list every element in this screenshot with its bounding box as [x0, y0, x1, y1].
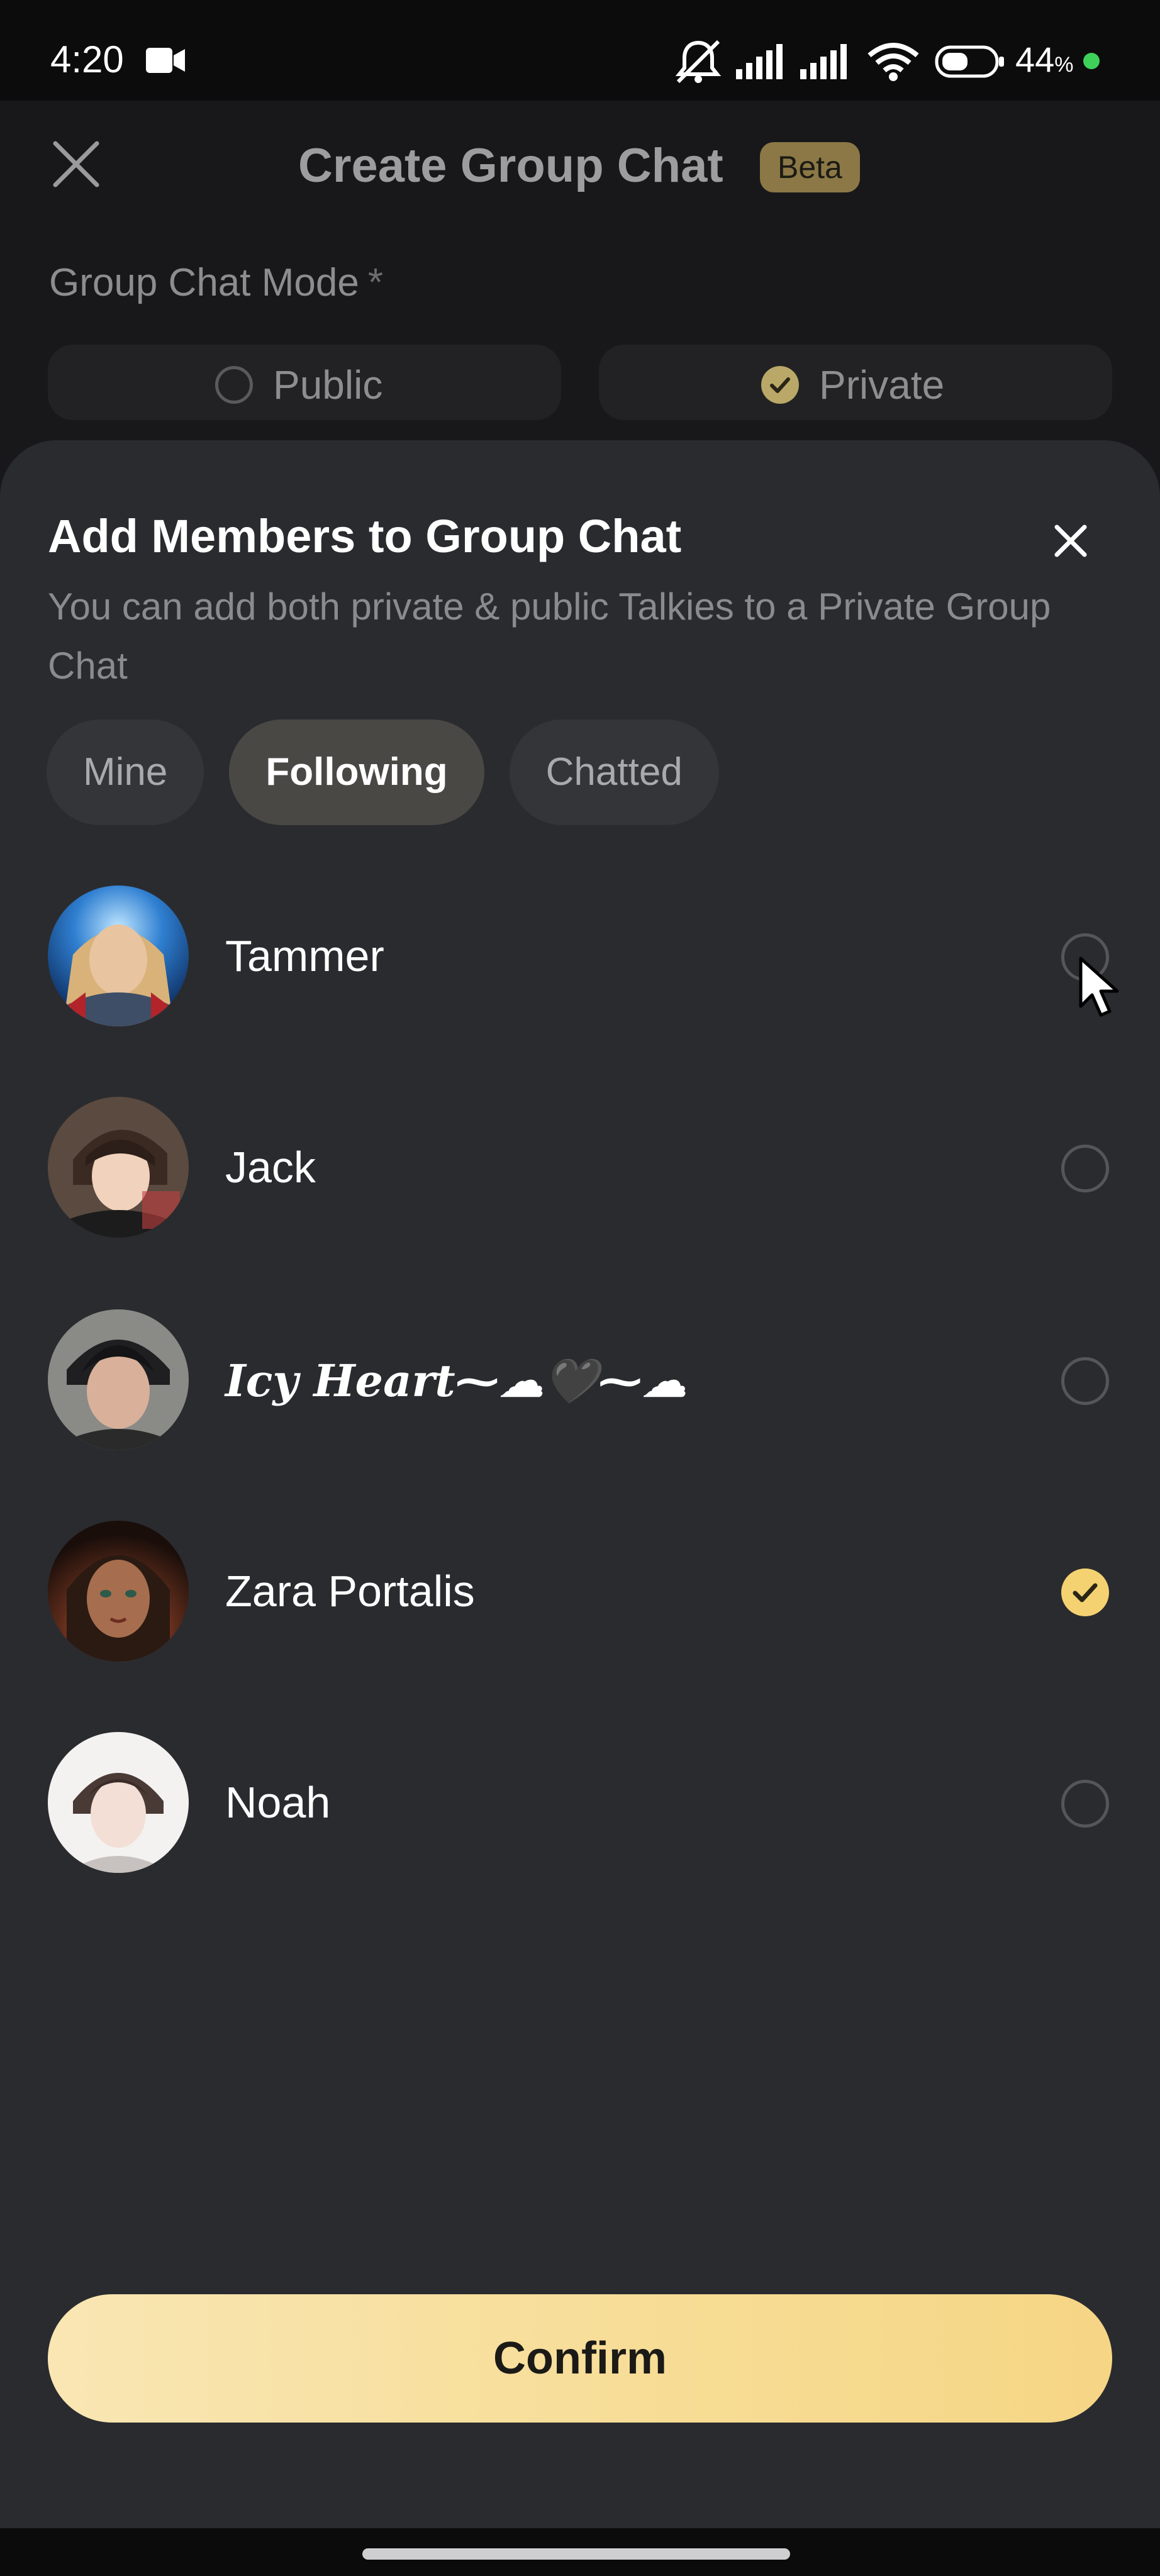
- avatar: [48, 886, 189, 1026]
- video-camera-icon: [146, 48, 185, 73]
- sheet-subtitle: You can add both private & public Talkie…: [48, 586, 1051, 687]
- avatar: [48, 1309, 189, 1450]
- muted-bell-icon: [675, 40, 722, 84]
- avatar: [48, 1732, 189, 1873]
- mouse-cursor-icon: [1079, 957, 1119, 1017]
- home-indicator[interactable]: [362, 2548, 790, 2560]
- close-sheet-icon[interactable]: [1052, 522, 1090, 560]
- group-chat-mode-label: Group Chat Mode *: [49, 261, 383, 304]
- member-row-icy-heart[interactable]: Icy Heart⁓☁🖤⁓☁: [0, 1304, 1160, 1455]
- required-marker: *: [367, 261, 383, 304]
- member-name: Icy Heart⁓☁🖤⁓☁: [225, 1355, 686, 1407]
- checkmark-icon[interactable]: [1061, 1568, 1109, 1616]
- add-members-sheet: Add Members to Group Chat You can add bo…: [0, 440, 1160, 2528]
- tab-chatted[interactable]: Chatted: [509, 719, 719, 825]
- member-row-tammer[interactable]: Tammer: [0, 880, 1160, 1031]
- member-filter-tabs: Mine Following Chatted: [47, 719, 744, 825]
- beta-badge: Beta: [760, 142, 860, 192]
- navigation-bar: [0, 2528, 1160, 2576]
- member-checkbox[interactable]: [1061, 1780, 1109, 1828]
- member-checkbox[interactable]: [1061, 1145, 1109, 1192]
- sheet-title: Add Members to Group Chat: [48, 510, 682, 562]
- member-row-noah[interactable]: Noah: [0, 1727, 1160, 1878]
- signal-2-icon: [800, 44, 847, 79]
- member-checkbox[interactable]: [1061, 1357, 1109, 1405]
- mode-option-label: Public: [273, 362, 383, 408]
- mode-option-label: Private: [819, 362, 945, 408]
- mode-option-private[interactable]: Private: [599, 345, 1112, 420]
- avatar: [48, 1097, 189, 1238]
- wifi-icon: [867, 43, 919, 81]
- radio-unchecked-icon: [215, 366, 253, 404]
- confirm-button[interactable]: Confirm: [48, 2294, 1112, 2423]
- tab-mine[interactable]: Mine: [47, 719, 204, 825]
- member-name: Noah: [225, 1778, 331, 1827]
- member-name: Tammer: [225, 931, 384, 980]
- close-icon[interactable]: [52, 140, 101, 189]
- battery-level: 44%: [1015, 40, 1074, 79]
- avatar: [48, 1521, 189, 1662]
- charging-dot: [1083, 53, 1100, 69]
- status-bar: 4:20 44%: [0, 0, 1160, 101]
- radio-checked-icon: [761, 366, 799, 404]
- page-title: Create Group Chat: [298, 139, 723, 192]
- screen: 4:20 44% Create Group Chat Beta Group Ch…: [0, 0, 1160, 2576]
- signal-1-icon: [736, 44, 783, 79]
- mode-option-public[interactable]: Public: [48, 345, 561, 420]
- battery-icon: [935, 45, 1004, 78]
- status-time: 4:20: [50, 38, 124, 80]
- member-row-jack[interactable]: Jack: [0, 1092, 1160, 1243]
- member-name: Zara Portalis: [225, 1567, 475, 1616]
- member-row-zara-portalis[interactable]: Zara Portalis: [0, 1516, 1160, 1667]
- tab-following[interactable]: Following: [229, 719, 484, 825]
- member-name: Jack: [225, 1143, 316, 1192]
